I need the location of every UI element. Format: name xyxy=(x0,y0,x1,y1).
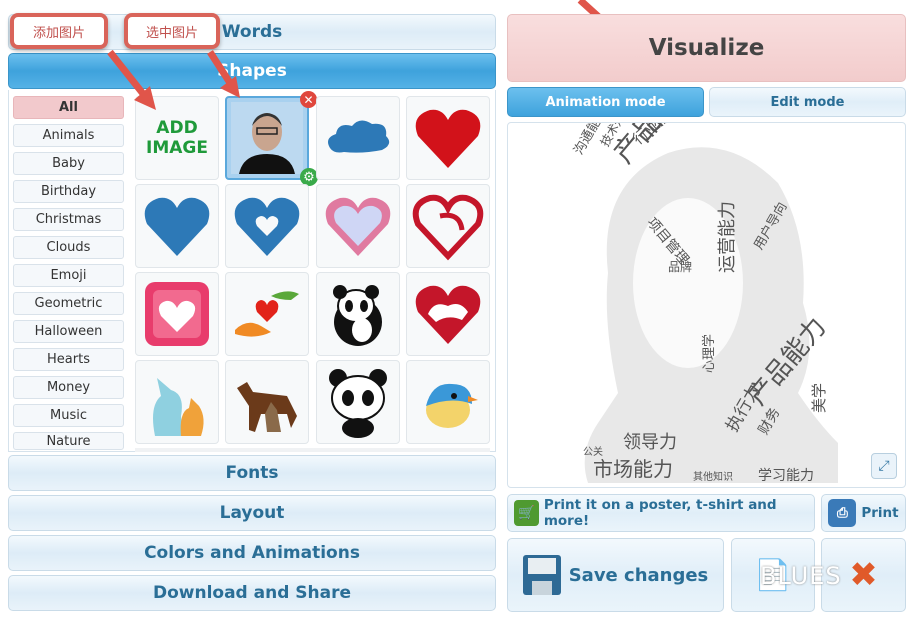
print-poster-label: Print it on a poster, t-shirt and more! xyxy=(543,497,777,529)
add-image-line1: ADD xyxy=(156,118,198,138)
tab-edit-label: Edit mode xyxy=(770,94,845,110)
tab-animation-label: Animation mode xyxy=(545,94,666,110)
category-emoji[interactable]: Emoji xyxy=(13,264,124,287)
wordcloud-word: 心理学 xyxy=(702,333,717,373)
download-label: Download and Share xyxy=(152,583,352,603)
wordcloud-word: 其他知识 xyxy=(693,472,733,483)
category-music[interactable]: Music xyxy=(13,404,124,427)
shape-heart-arrow[interactable] xyxy=(406,184,490,268)
shape-cloud[interactable] xyxy=(316,96,400,180)
shape-heart-blue[interactable] xyxy=(135,184,219,268)
shape-panda-cartoon[interactable] xyxy=(316,360,400,444)
shape-dog-cat-brown[interactable] xyxy=(225,360,309,444)
visualize-button[interactable]: Visualize xyxy=(507,14,906,82)
fonts-label: Fonts xyxy=(225,463,279,483)
annotation-add-image: 添加图片 xyxy=(10,13,108,49)
watermark-text: BLUES xyxy=(760,562,842,590)
shape-heart-pink-outline[interactable] xyxy=(316,184,400,268)
add-image-button[interactable]: ADD IMAGE xyxy=(135,96,219,180)
wordcloud-word: 学习能力 xyxy=(758,468,814,484)
category-halloween[interactable]: Halloween xyxy=(13,320,124,343)
shape-hands-heart[interactable] xyxy=(225,272,309,356)
shape-bird-blue[interactable] xyxy=(406,360,490,444)
category-clouds[interactable]: Clouds xyxy=(13,236,124,259)
category-birthday[interactable]: Birthday xyxy=(13,180,124,203)
floppy-disk-icon xyxy=(522,555,561,595)
wordcloud-word: 美学 xyxy=(810,382,828,413)
shapes-panel-header[interactable]: Shapes xyxy=(8,53,496,89)
wordcloud-word: 领导力 xyxy=(623,432,677,453)
wordcloud-silhouette xyxy=(584,147,838,483)
layout-panel-header[interactable]: Layout xyxy=(8,495,496,531)
fullscreen-icon[interactable]: ⤢ xyxy=(871,453,897,479)
delete-x-icon: ✖ xyxy=(849,555,878,595)
watermark: BLUES xyxy=(760,562,842,590)
grid-overflow xyxy=(135,448,490,452)
shape-panda-wwf[interactable] xyxy=(316,272,400,356)
annotation-add-image-text: 添加图片 xyxy=(32,25,85,41)
wordcloud-word: 市场能力 xyxy=(593,457,673,481)
annotation-select-image-text: 选中图片 xyxy=(145,25,198,41)
tab-animation-mode[interactable]: Animation mode xyxy=(507,87,704,117)
category-all[interactable]: All xyxy=(13,96,124,119)
portrait-image xyxy=(231,102,303,174)
shape-cat-dog-pastel[interactable] xyxy=(135,360,219,444)
shape-heart-cat-dog[interactable] xyxy=(406,272,490,356)
save-changes-button[interactable]: Save changes xyxy=(507,538,724,612)
category-christmas[interactable]: Christmas xyxy=(13,208,124,231)
wordcloud-canvas: 产品经理行业融入感项目管理运营能力沟通能力技术知识品牌心理学产品能力执行力财务美… xyxy=(507,122,906,488)
category-hearts[interactable]: Hearts xyxy=(13,348,124,371)
print-label: Print xyxy=(861,505,899,521)
visualize-label: Visualize xyxy=(648,35,765,61)
print-button[interactable]: ⎙ Print xyxy=(821,494,906,532)
shapes-label: Shapes xyxy=(217,61,287,81)
colors-label: Colors and Animations xyxy=(144,543,360,563)
words-label: Words xyxy=(221,22,283,42)
shape-heart-square-pink[interactable] xyxy=(135,272,219,356)
colors-panel-header[interactable]: Colors and Animations xyxy=(8,535,496,571)
shape-heart-red[interactable] xyxy=(406,96,490,180)
category-baby[interactable]: Baby xyxy=(13,152,124,175)
category-animals[interactable]: Animals xyxy=(13,124,124,147)
save-label: Save changes xyxy=(568,564,709,586)
shape-heart-blue-cutout[interactable] xyxy=(225,184,309,268)
shape-photo-portrait[interactable] xyxy=(225,96,309,180)
wordcloud-word: 品牌 xyxy=(668,260,693,274)
annotation-select-image: 选中图片 xyxy=(124,13,220,49)
category-money[interactable]: Money xyxy=(13,376,124,399)
tab-edit-mode[interactable]: Edit mode xyxy=(709,87,906,117)
shopping-cart-icon: 🛒 xyxy=(514,500,539,526)
print-poster-button[interactable]: 🛒 Print it on a poster, t-shirt and more! xyxy=(507,494,815,532)
wordcloud-word: 运营能力 xyxy=(717,201,738,273)
category-nature[interactable]: Nature xyxy=(13,432,124,450)
category-geometric[interactable]: Geometric xyxy=(13,292,124,315)
remove-image-icon[interactable]: ✕ xyxy=(300,91,317,108)
fonts-panel-header[interactable]: Fonts xyxy=(8,455,496,491)
add-image-line2: IMAGE xyxy=(146,138,208,158)
download-panel-header[interactable]: Download and Share xyxy=(8,575,496,611)
wordcloud-word: 公关 xyxy=(583,447,603,458)
printer-icon: ⎙ xyxy=(828,499,857,527)
layout-label: Layout xyxy=(219,503,285,523)
